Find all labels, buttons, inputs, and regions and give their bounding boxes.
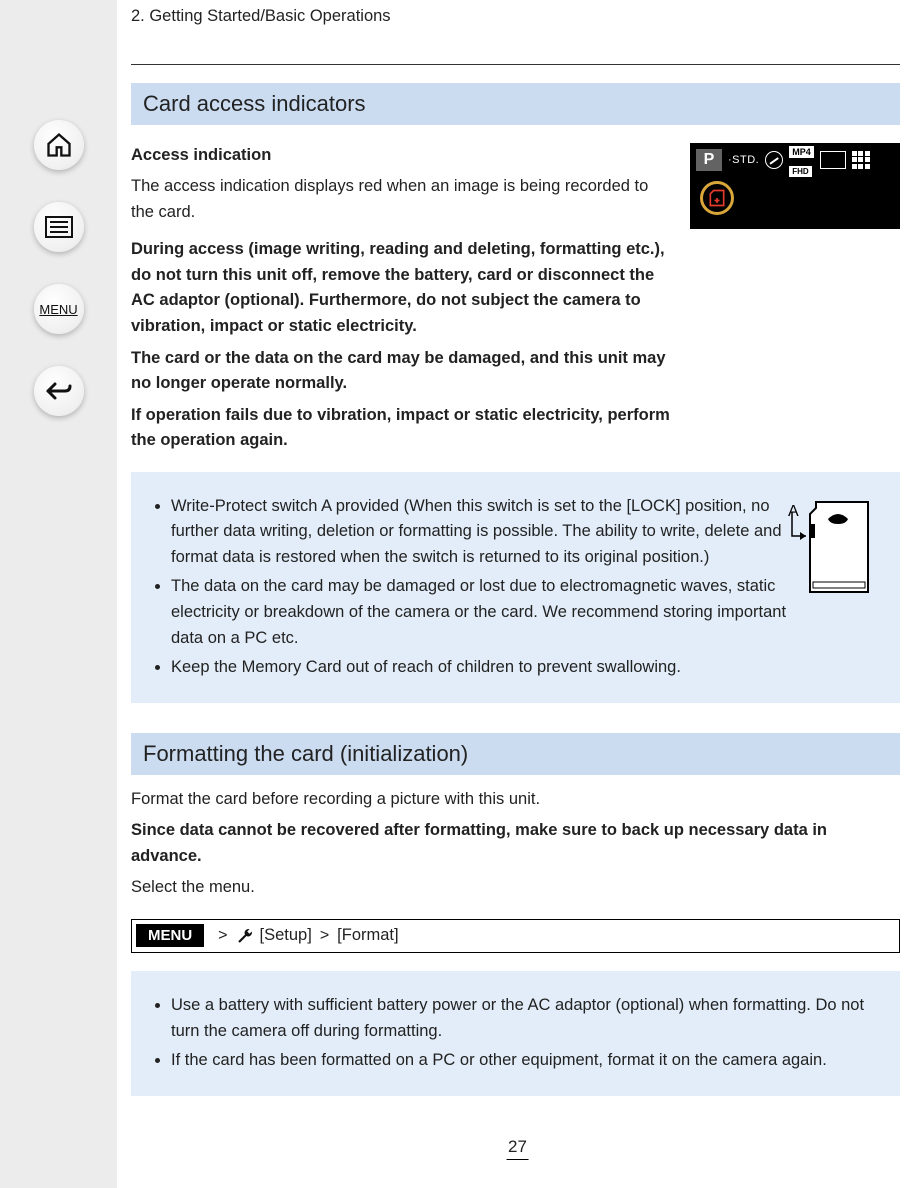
breadcrumb: 2. Getting Started/Basic Operations: [131, 4, 900, 30]
grid-icon: [852, 151, 870, 169]
no-flash-icon: [765, 151, 783, 169]
page-number: 27: [506, 1137, 529, 1160]
sd-access-indicator-highlight: [700, 181, 734, 215]
wrench-icon: [236, 927, 254, 945]
warning-paragraph-b: The card or the data on the card may be …: [131, 349, 666, 393]
section-1-text: Access indication The access indication …: [131, 137, 670, 460]
write-protect-callout-label: A: [788, 503, 799, 520]
menu-setup-label: [Setup]: [260, 926, 312, 945]
aspect-badge: [820, 151, 846, 169]
menu-format-label: [Format]: [337, 926, 398, 945]
section-heading-1: Card access indicators: [131, 83, 900, 125]
info1-bullet-3: Keep the Memory Card out of reach of chi…: [171, 655, 800, 681]
section-1-body: Access indication The access indication …: [131, 137, 900, 460]
info1-bullet-2: The data on the card may be damaged or l…: [171, 574, 800, 651]
info1-bullet-1: Write-Protect switch A provided (When th…: [171, 494, 800, 571]
info2-bullet-1: Use a battery with sufficient battery po…: [171, 993, 882, 1044]
info-box-2: Use a battery with sufficient battery po…: [131, 971, 900, 1096]
index-button[interactable]: [34, 202, 84, 252]
warning-paragraph-a: During access (image writing, reading an…: [131, 240, 665, 335]
warning-paragraph-c: If operation fails due to vibration, imp…: [131, 406, 670, 450]
mp4-fhd-badges: MP4 FHD: [789, 141, 814, 179]
menu-arrow-1: >: [218, 927, 227, 945]
info-box-1: Write-Protect switch A provided (When th…: [131, 472, 900, 703]
lcd-preview-illustration: P ·STD. MP4 FHD: [690, 143, 900, 229]
sidebar: MENU: [0, 0, 117, 1188]
horizontal-rule: [131, 64, 900, 65]
back-arrow-icon: [45, 377, 73, 405]
section-heading-2: Formatting the card (initialization): [131, 733, 900, 775]
std-indicator: ·STD.: [728, 154, 759, 166]
menu-button-label: MENU: [39, 302, 77, 317]
list-icon: [45, 213, 73, 241]
lcd-topbar: P ·STD. MP4 FHD: [696, 149, 894, 171]
access-indication-body: The access indication displays red when …: [131, 174, 670, 225]
menu-button[interactable]: MENU: [34, 284, 84, 334]
back-button[interactable]: [34, 366, 84, 416]
fhd-badge: FHD: [789, 166, 811, 177]
access-indication-label: Access indication: [131, 146, 271, 164]
mode-p-badge: P: [696, 149, 722, 171]
sd-card-red-icon: [707, 188, 727, 208]
menu-path-box: MENU > [Setup] > [Format]: [131, 919, 900, 953]
menu-arrow-2: >: [320, 927, 329, 945]
home-button[interactable]: [34, 120, 84, 170]
format-p1: Format the card before recording a pictu…: [131, 787, 900, 813]
sd-card-illustration: A: [788, 494, 878, 608]
info2-bullet-2: If the card has been formatted on a PC o…: [171, 1048, 882, 1074]
menu-chip: MENU: [136, 924, 204, 947]
format-p2: Since data cannot be recovered after for…: [131, 821, 827, 865]
home-icon: [45, 131, 73, 159]
mp4-badge: MP4: [789, 146, 814, 158]
content-area: 2. Getting Started/Basic Operations Card…: [117, 0, 918, 1188]
format-p3: Select the menu.: [131, 875, 900, 901]
page-root: MENU 2. Getting Started/Basic Operations…: [0, 0, 918, 1188]
